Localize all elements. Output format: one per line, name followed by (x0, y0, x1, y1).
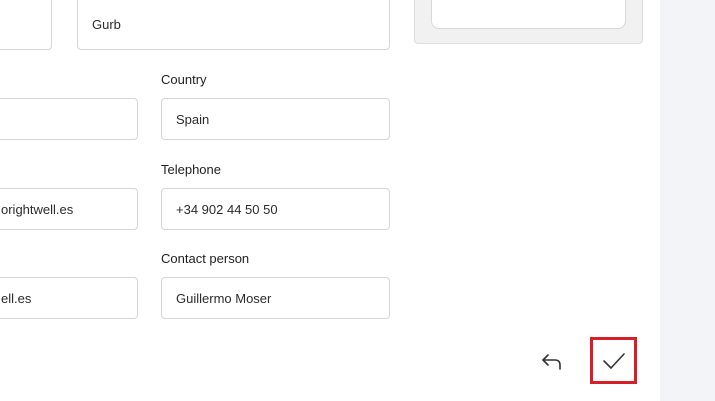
telephone-label: Telephone (161, 162, 221, 177)
undo-arrow-icon (542, 354, 561, 370)
contact-person-label: Contact person (161, 251, 250, 266)
website-field[interactable]: orightwell.es (0, 188, 138, 230)
form-area: Gurb Country Spain Telephone orightwell.… (0, 0, 660, 401)
country-field-value: Spain (176, 112, 210, 127)
confirm-button[interactable] (590, 337, 637, 384)
side-panel (660, 0, 715, 401)
checkmark-icon (602, 352, 625, 369)
address-field[interactable] (0, 98, 138, 140)
contact-person-field[interactable]: Guillermo Moser (161, 277, 390, 319)
back-button[interactable] (535, 345, 569, 379)
website-field-value: orightwell.es (1, 202, 74, 217)
top-right-field[interactable]: Gurb (77, 0, 390, 50)
contact-person-field-value: Guillermo Moser (176, 291, 272, 306)
country-label: Country (161, 72, 207, 87)
top-right-field-value: Gurb (92, 17, 121, 32)
telephone-field[interactable]: +34 902 44 50 50 (161, 188, 390, 230)
top-left-field[interactable] (0, 0, 52, 50)
image-preview[interactable] (431, 0, 626, 29)
email-field-value: ell.es (1, 291, 32, 306)
country-field[interactable]: Spain (161, 98, 390, 140)
telephone-field-value: +34 902 44 50 50 (176, 202, 278, 217)
image-preview-frame (414, 0, 643, 44)
email-field[interactable]: ell.es (0, 277, 138, 319)
